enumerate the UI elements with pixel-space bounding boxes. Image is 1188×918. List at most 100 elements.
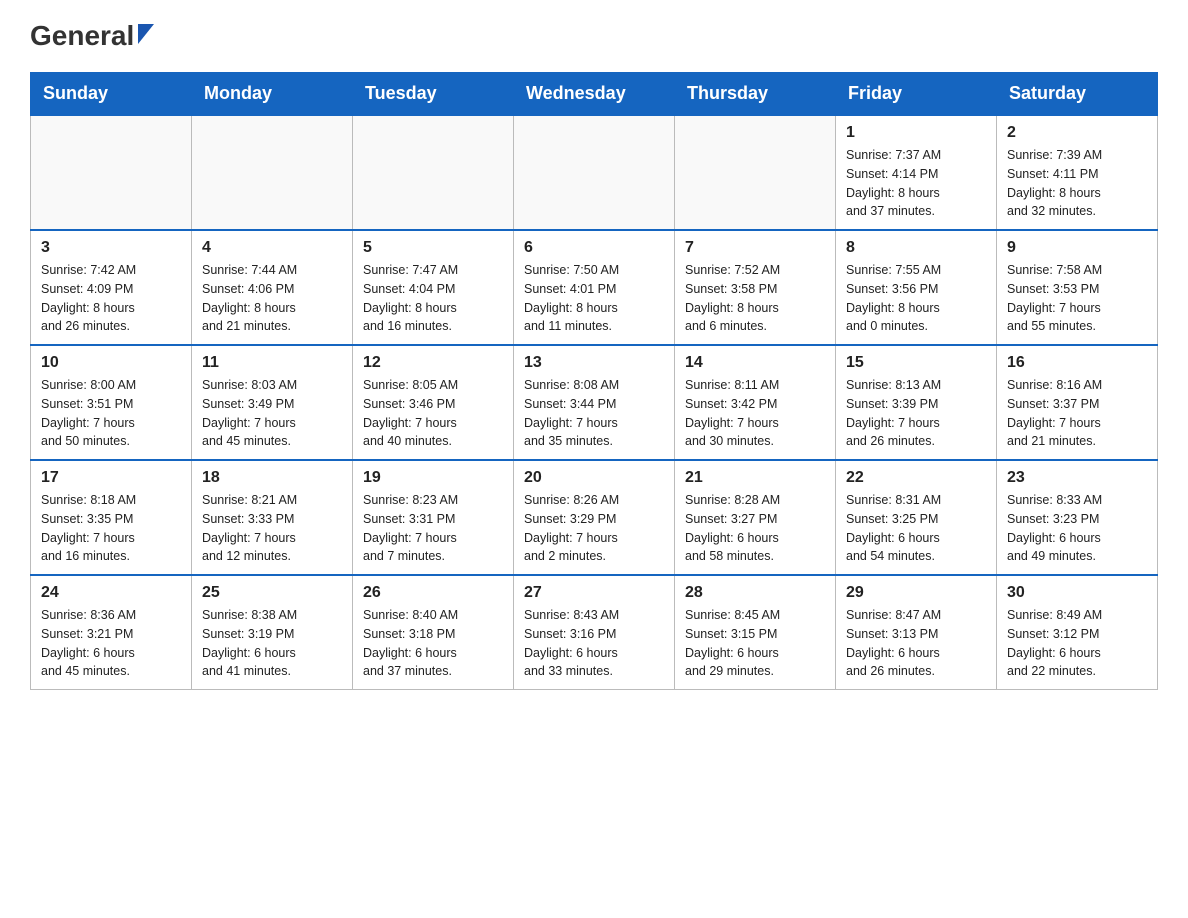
day-header-wednesday: Wednesday [514,73,675,116]
calendar-cell: 14 Sunrise: 8:11 AMSunset: 3:42 PMDayligh… [675,345,836,460]
day-info: Sunrise: 7:37 AMSunset: 4:14 PMDaylight:… [846,148,941,218]
day-number: 28 [685,584,825,602]
calendar-cell: 27 Sunrise: 8:43 AMSunset: 3:16 PMDayligh… [514,575,675,690]
calendar-cell: 10Sunrise: 8:00 AMSunset: 3:51 PMDayligh… [31,345,192,460]
day-number: 15 [846,354,986,372]
calendar-cell: 8Sunrise: 7:55 AMSunset: 3:56 PMDaylight… [836,230,997,345]
day-header-monday: Monday [192,73,353,116]
calendar-cell [514,115,675,230]
day-number: 21 [685,469,825,487]
day-number: 13 [524,354,664,372]
calendar-cell: 15 Sunrise: 8:13 AMSunset: 3:39 PMDayligh… [836,345,997,460]
day-info: Sunrise: 7:47 AMSunset: 4:04 PMDaylight:… [363,263,458,333]
day-info: Sunrise: 8:36 AMSunset: 3:21 PMDaylight:… [41,608,136,678]
day-number: 9 [1007,239,1147,257]
day-number: 26 [363,584,503,602]
day-number: 22 [846,469,986,487]
day-info: Sunrise: 7:44 AMSunset: 4:06 PMDaylight:… [202,263,297,333]
calendar-cell: 28 Sunrise: 8:45 AMSunset: 3:15 PMDayligh… [675,575,836,690]
calendar-cell: 30Sunrise: 8:49 AMSunset: 3:12 PMDayligh… [997,575,1158,690]
day-info: Sunrise: 8:43 AMSunset: 3:16 PMDaylight:… [524,608,619,678]
day-header-sunday: Sunday [31,73,192,116]
day-number: 30 [1007,584,1147,602]
calendar-cell: 4 Sunrise: 7:44 AMSunset: 4:06 PMDaylight… [192,230,353,345]
day-info: Sunrise: 8:26 AMSunset: 3:29 PMDaylight:… [524,493,619,563]
calendar-cell: 16 Sunrise: 8:16 AMSunset: 3:37 PMDayligh… [997,345,1158,460]
day-number: 17 [41,469,181,487]
calendar-week-2: 3Sunrise: 7:42 AMSunset: 4:09 PMDaylight… [31,230,1158,345]
calendar-cell [192,115,353,230]
day-info: Sunrise: 8:33 AMSunset: 3:23 PMDaylight:… [1007,493,1102,563]
calendar-cell: 19Sunrise: 8:23 AMSunset: 3:31 PMDayligh… [353,460,514,575]
calendar-cell [353,115,514,230]
calendar-cell: 2 Sunrise: 7:39 AMSunset: 4:11 PMDaylight… [997,115,1158,230]
calendar-week-4: 17 Sunrise: 8:18 AMSunset: 3:35 PMDayligh… [31,460,1158,575]
day-number: 11 [202,354,342,372]
day-number: 18 [202,469,342,487]
day-info: Sunrise: 8:11 AMSunset: 3:42 PMDaylight:… [685,378,779,448]
calendar-cell: 1Sunrise: 7:37 AMSunset: 4:14 PMDaylight… [836,115,997,230]
calendar-cell: 7 Sunrise: 7:52 AMSunset: 3:58 PMDaylight… [675,230,836,345]
day-number: 12 [363,354,503,372]
calendar-cell: 13 Sunrise: 8:08 AMSunset: 3:44 PMDayligh… [514,345,675,460]
calendar-cell: 25Sunrise: 8:38 AMSunset: 3:19 PMDayligh… [192,575,353,690]
calendar-table: SundayMondayTuesdayWednesdayThursdayFrid… [30,72,1158,690]
day-info: Sunrise: 8:05 AMSunset: 3:46 PMDaylight:… [363,378,458,448]
day-number: 4 [202,239,342,257]
day-number: 16 [1007,354,1147,372]
day-header-tuesday: Tuesday [353,73,514,116]
day-number: 5 [363,239,503,257]
day-info: Sunrise: 8:45 AMSunset: 3:15 PMDaylight:… [685,608,780,678]
page-header: General [30,20,1158,52]
day-info: Sunrise: 7:58 AMSunset: 3:53 PMDaylight:… [1007,263,1102,333]
calendar-cell: 20 Sunrise: 8:26 AMSunset: 3:29 PMDayligh… [514,460,675,575]
day-info: Sunrise: 7:39 AMSunset: 4:11 PMDaylight:… [1007,148,1102,218]
calendar-week-3: 10Sunrise: 8:00 AMSunset: 3:51 PMDayligh… [31,345,1158,460]
day-info: Sunrise: 7:55 AMSunset: 3:56 PMDaylight:… [846,263,941,333]
day-number: 10 [41,354,181,372]
day-info: Sunrise: 8:31 AMSunset: 3:25 PMDaylight:… [846,493,941,563]
calendar-cell [31,115,192,230]
day-number: 20 [524,469,664,487]
calendar-cell: 5 Sunrise: 7:47 AMSunset: 4:04 PMDaylight… [353,230,514,345]
day-info: Sunrise: 8:08 AMSunset: 3:44 PMDaylight:… [524,378,619,448]
day-info: Sunrise: 8:16 AMSunset: 3:37 PMDaylight:… [1007,378,1102,448]
day-info: Sunrise: 8:28 AMSunset: 3:27 PMDaylight:… [685,493,780,563]
calendar-cell: 23 Sunrise: 8:33 AMSunset: 3:23 PMDayligh… [997,460,1158,575]
day-header-saturday: Saturday [997,73,1158,116]
day-number: 23 [1007,469,1147,487]
calendar-week-1: 1Sunrise: 7:37 AMSunset: 4:14 PMDaylight… [31,115,1158,230]
calendar-week-5: 24Sunrise: 8:36 AMSunset: 3:21 PMDayligh… [31,575,1158,690]
calendar-header-row: SundayMondayTuesdayWednesdayThursdayFrid… [31,73,1158,116]
day-info: Sunrise: 8:40 AMSunset: 3:18 PMDaylight:… [363,608,458,678]
day-info: Sunrise: 7:50 AMSunset: 4:01 PMDaylight:… [524,263,619,333]
day-header-friday: Friday [836,73,997,116]
calendar-cell: 24Sunrise: 8:36 AMSunset: 3:21 PMDayligh… [31,575,192,690]
calendar-cell: 9 Sunrise: 7:58 AMSunset: 3:53 PMDaylight… [997,230,1158,345]
calendar-cell: 26 Sunrise: 8:40 AMSunset: 3:18 PMDayligh… [353,575,514,690]
calendar-cell: 6 Sunrise: 7:50 AMSunset: 4:01 PMDaylight… [514,230,675,345]
calendar-cell [675,115,836,230]
day-number: 2 [1007,124,1147,142]
day-info: Sunrise: 8:13 AMSunset: 3:39 PMDaylight:… [846,378,941,448]
logo: General [30,20,154,52]
day-number: 29 [846,584,986,602]
calendar-cell: 21 Sunrise: 8:28 AMSunset: 3:27 PMDayligh… [675,460,836,575]
logo-triangle-icon [138,24,154,44]
calendar-cell: 18 Sunrise: 8:21 AMSunset: 3:33 PMDayligh… [192,460,353,575]
calendar-cell: 22 Sunrise: 8:31 AMSunset: 3:25 PMDayligh… [836,460,997,575]
day-info: Sunrise: 8:03 AMSunset: 3:49 PMDaylight:… [202,378,297,448]
day-number: 6 [524,239,664,257]
day-info: Sunrise: 8:21 AMSunset: 3:33 PMDaylight:… [202,493,297,563]
day-info: Sunrise: 7:52 AMSunset: 3:58 PMDaylight:… [685,263,780,333]
day-number: 27 [524,584,664,602]
calendar-cell: 12 Sunrise: 8:05 AMSunset: 3:46 PMDayligh… [353,345,514,460]
calendar-cell: 3Sunrise: 7:42 AMSunset: 4:09 PMDaylight… [31,230,192,345]
day-number: 7 [685,239,825,257]
logo-general-text: General [30,20,134,52]
calendar-cell: 11 Sunrise: 8:03 AMSunset: 3:49 PMDayligh… [192,345,353,460]
day-info: Sunrise: 8:18 AMSunset: 3:35 PMDaylight:… [41,493,136,563]
calendar-cell: 29Sunrise: 8:47 AMSunset: 3:13 PMDayligh… [836,575,997,690]
day-number: 14 [685,354,825,372]
day-number: 25 [202,584,342,602]
